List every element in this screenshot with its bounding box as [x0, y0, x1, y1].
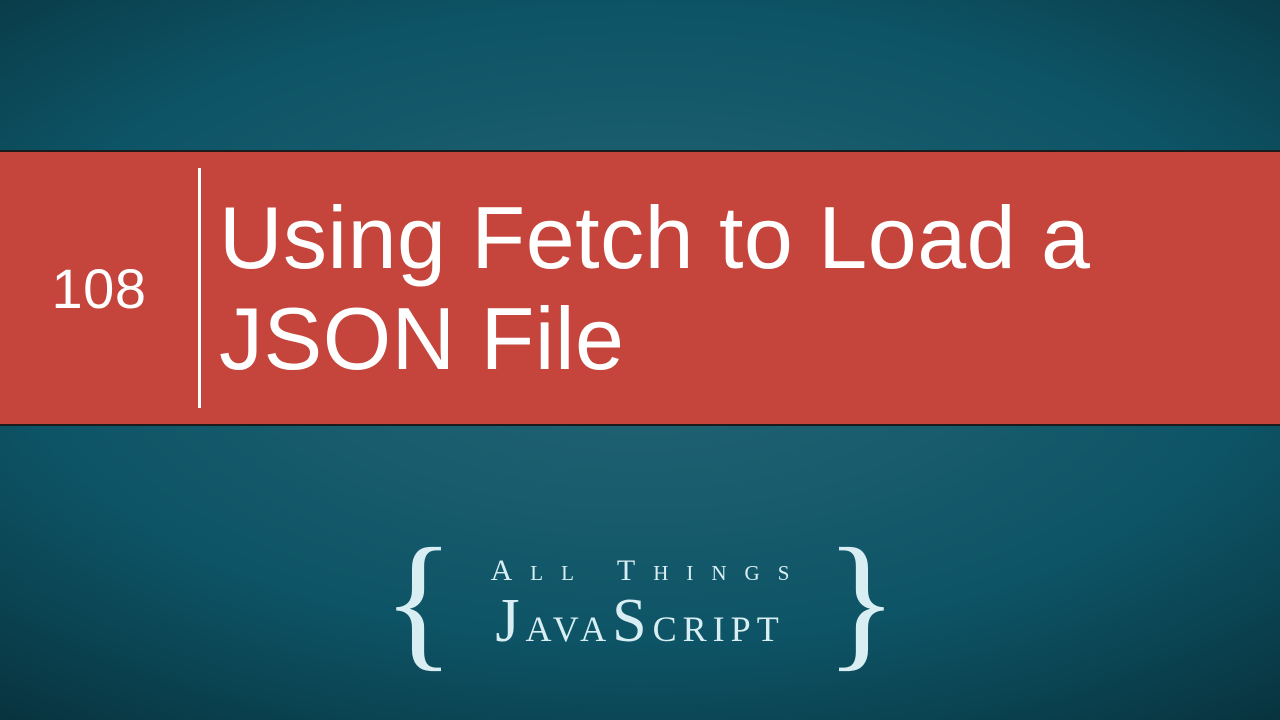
logo-line1: All Things — [473, 554, 808, 588]
video-title: Using Fetch to Load a JSON File — [201, 152, 1280, 424]
channel-logo: { All Things JavaScript } — [383, 549, 898, 662]
logo-line2: JavaScript — [495, 586, 784, 657]
title-banner: 108 Using Fetch to Load a JSON File — [0, 150, 1280, 426]
episode-number: 108 — [0, 152, 198, 424]
brace-right-icon: } — [825, 549, 897, 662]
brace-left-icon: { — [383, 549, 455, 662]
logo-text: All Things JavaScript — [473, 554, 808, 657]
